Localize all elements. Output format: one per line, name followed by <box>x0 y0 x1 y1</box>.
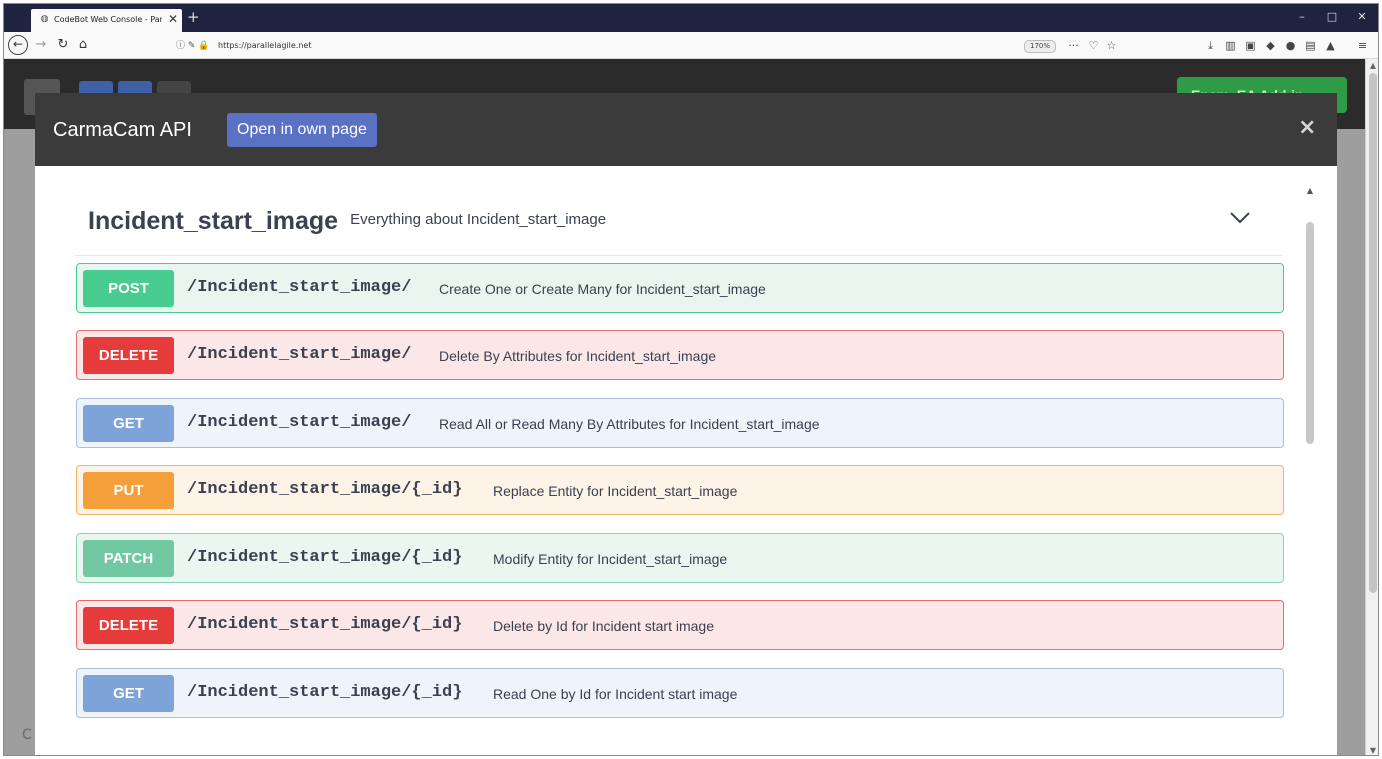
navigation-toolbar: ← → ↻ ⌂ ⓘ ✎ 🔒 https://parallelagile.net … <box>4 32 1378 59</box>
site-favicon-icon: ◍ <box>40 14 49 24</box>
method-badge: PATCH <box>83 540 174 577</box>
home-icon[interactable]: ⌂ <box>74 36 92 54</box>
operation-row-delete[interactable]: DELETE/Incident_start_image/Delete By At… <box>76 330 1284 380</box>
operation-row-get[interactable]: GET/Incident_start_image/Read All or Rea… <box>76 398 1284 448</box>
section-divider <box>75 255 1283 256</box>
method-badge: GET <box>83 405 174 442</box>
method-badge: DELETE <box>83 607 174 644</box>
url-bar[interactable]: https://parallelagile.net <box>218 40 311 52</box>
zoom-indicator[interactable]: 170% <box>1024 40 1057 53</box>
open-in-own-page-button[interactable]: Open in own page <box>227 113 377 147</box>
tab-strip: ◍ CodeBot Web Console - Paral ✕ + – □ ✕ <box>4 4 1378 32</box>
operation-summary: Modify Entity for Incident_start_image <box>493 551 728 567</box>
page-scrollbar[interactable]: ▲ ▼ <box>1365 59 1378 755</box>
section-title: Incident_start_image <box>88 207 339 235</box>
operation-path: /Incident_start_image/{_id} <box>187 683 463 702</box>
new-tab-button[interactable]: + <box>187 8 200 26</box>
scrollbar-thumb[interactable] <box>1306 222 1314 444</box>
background-text: C <box>22 727 32 743</box>
modal-close-icon[interactable]: × <box>1298 115 1316 141</box>
method-badge: DELETE <box>83 337 174 374</box>
method-badge: PUT <box>83 472 174 509</box>
operation-path: /Incident_start_image/ <box>187 413 412 432</box>
method-badge: GET <box>83 675 174 712</box>
maximize-button[interactable]: □ <box>1325 10 1339 24</box>
menu-icon[interactable]: ≡ <box>1356 39 1369 53</box>
operation-row-patch[interactable]: PATCH/Incident_start_image/{_id} Modify E… <box>76 533 1284 583</box>
section-header[interactable]: Incident_start_image <box>88 206 338 236</box>
scrollbar-thumb[interactable] <box>1369 73 1377 593</box>
operation-row-delete[interactable]: DELETE/Incident_start_image/{_id} Delete … <box>76 600 1284 650</box>
library-icon[interactable]: ▥ <box>1224 39 1237 53</box>
addon-icon[interactable]: ● <box>1284 39 1297 53</box>
operation-path: /Incident_start_image/{_id} <box>187 615 463 634</box>
modal-header: CarmaCam API Open in own page × <box>35 93 1337 166</box>
api-modal: CarmaCam API Open in own page × Incident… <box>35 93 1337 755</box>
operation-path: /Incident_start_image/{_id} <box>187 548 463 567</box>
operation-path: /Incident_start_image/ <box>187 278 412 297</box>
more-icon[interactable]: ··· <box>1067 39 1080 53</box>
scroll-down-icon[interactable]: ▼ <box>1366 746 1378 755</box>
method-badge: POST <box>83 270 174 307</box>
extension-icon[interactable]: ▤ <box>1304 39 1317 53</box>
reload-icon[interactable]: ↻ <box>54 36 72 54</box>
pocket-icon[interactable]: ♡ <box>1087 39 1100 53</box>
extension2-icon[interactable]: ▲ <box>1324 39 1337 53</box>
modal-body: Incident_start_image Everything about In… <box>35 166 1337 755</box>
tab-close-icon[interactable]: ✕ <box>168 12 178 26</box>
operation-summary: Create One or Create Many for Incident_s… <box>439 281 766 297</box>
operation-row-post[interactable]: POST/Incident_start_image/Create One or … <box>76 263 1284 313</box>
operation-path: /Incident_start_image/ <box>187 345 412 364</box>
operation-summary: Read All or Read Many By Attributes for … <box>439 416 820 432</box>
minimize-button[interactable]: – <box>1295 10 1309 24</box>
forward-icon[interactable]: → <box>32 36 50 54</box>
chevron-down-icon[interactable] <box>1228 208 1252 228</box>
section-description: Everything about Incident_start_image <box>350 211 607 228</box>
operation-summary: Delete by Id for Incident start image <box>493 618 714 634</box>
modal-scrollbar[interactable]: ▲ <box>1305 186 1315 755</box>
url-info-icons[interactable]: ⓘ ✎ 🔒 <box>176 40 209 52</box>
bookmark-star-icon[interactable]: ☆ <box>1105 39 1118 53</box>
operation-summary: Read One by Id for Incident start image <box>493 686 738 702</box>
browser-tab[interactable]: ◍ CodeBot Web Console - Paral ✕ <box>31 9 182 32</box>
back-icon[interactable]: ← <box>8 35 28 55</box>
shield-icon[interactable]: ◆ <box>1264 39 1277 53</box>
scroll-up-icon[interactable]: ▲ <box>1366 61 1378 70</box>
tab-title: CodeBot Web Console - Paral <box>54 15 162 24</box>
download-icon[interactable]: ⤓ <box>1204 39 1217 53</box>
operation-path: /Incident_start_image/{_id} <box>187 480 463 499</box>
modal-title: CarmaCam API <box>53 119 192 141</box>
operation-row-put[interactable]: PUT/Incident_start_image/{_id} Replace En… <box>76 465 1284 515</box>
scroll-up-icon[interactable]: ▲ <box>1305 186 1315 195</box>
window-close-button[interactable]: ✕ <box>1355 10 1369 24</box>
operation-row-get[interactable]: GET/Incident_start_image/{_id} Read One b… <box>76 668 1284 718</box>
reader-icon[interactable]: ▣ <box>1244 39 1257 53</box>
operation-summary: Replace Entity for Incident_start_image <box>493 483 738 499</box>
operation-summary: Delete By Attributes for Incident_start_… <box>439 348 717 364</box>
browser-window: ◍ CodeBot Web Console - Paral ✕ + – □ ✕ … <box>3 3 1379 756</box>
